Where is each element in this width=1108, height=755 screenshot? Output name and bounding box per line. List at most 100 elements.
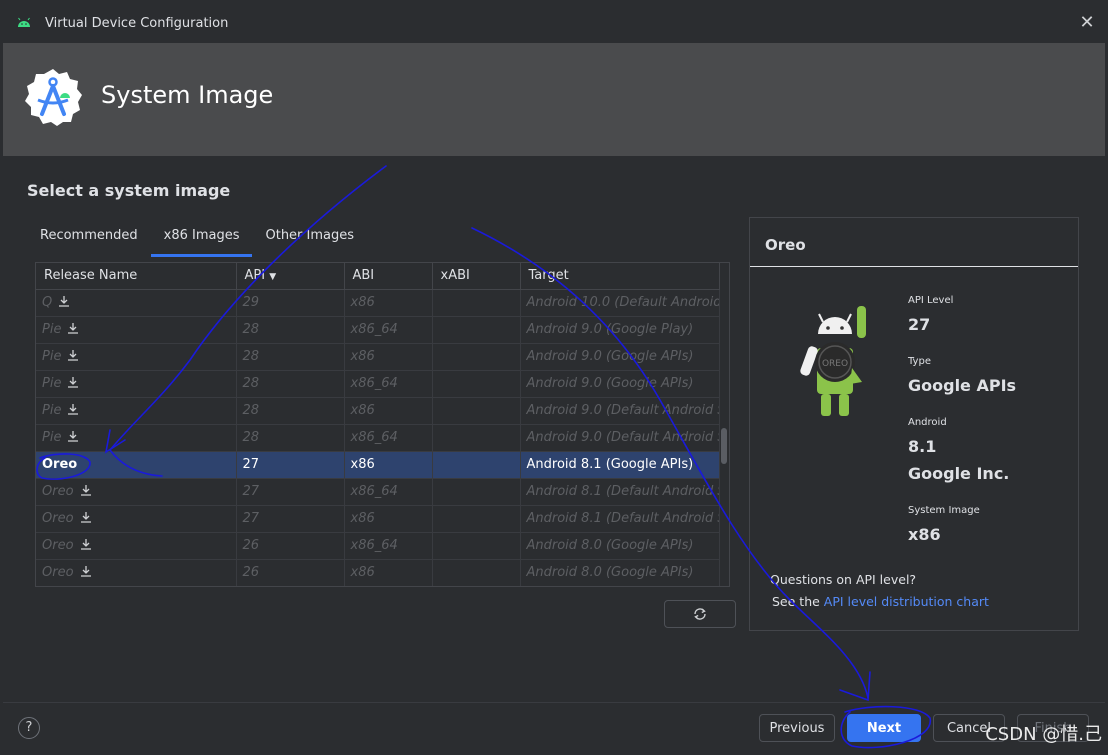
release-name-text: Pie — [42, 430, 62, 445]
system-image-table: Release Name API ▼ ABI xABI Target Q 29 x8… — [35, 262, 730, 587]
cell-xabi — [432, 559, 521, 586]
tab-recommended[interactable]: Recommended — [27, 222, 151, 256]
column-target[interactable]: Target — [520, 263, 720, 290]
header-banner: System Image — [3, 43, 1105, 156]
help-button[interactable]: ? — [18, 717, 40, 739]
type-value: Google APIs — [908, 376, 1017, 395]
cell-target: Android 9.0 (Default Android System Imag… — [520, 397, 720, 425]
cell-api: 27 — [236, 478, 345, 506]
close-icon[interactable]: ✕ — [1077, 13, 1097, 33]
detail-divider — [750, 266, 1078, 267]
cell-api: 28 — [236, 343, 345, 371]
cell-target: Android 8.1 (Default Android System Imag… — [520, 478, 720, 506]
cell-release-name: Oreo — [36, 532, 237, 560]
cell-target: Android 9.0 (Google Play) — [520, 316, 720, 344]
cell-abi: x86 — [344, 289, 433, 317]
release-name-text: Oreo — [42, 565, 74, 580]
column-abi[interactable]: ABI — [344, 263, 433, 290]
table-row[interactable]: Pie 28 x86_64 Android 9.0 (Google APIs) — [36, 370, 720, 398]
column-xabi-label: xABI — [440, 268, 470, 284]
table-row[interactable]: Pie 28x86 Android 9.0 (Default Android Sys… — [36, 397, 720, 425]
refresh-button[interactable] — [664, 600, 736, 628]
column-release-name[interactable]: Release Name — [36, 263, 237, 290]
release-name-text: Pie — [42, 349, 62, 364]
refresh-icon — [694, 608, 706, 620]
cell-xabi — [432, 424, 521, 452]
table-row[interactable]: Pie 28 x86_64 Android 9.0 (Default Android … — [36, 424, 720, 452]
cell-abi: x86 — [344, 505, 433, 533]
release-name-text: Oreo — [42, 484, 74, 499]
release-name-text: Pie — [42, 322, 62, 337]
table-row[interactable]: Oreo 26 x86_64 Android 8.0 (Google APIs) — [36, 532, 720, 560]
cell-target: Android 9.0 (Default Android System Imag… — [520, 424, 720, 452]
cell-release-name: Oreo — [36, 559, 237, 586]
cell-xabi — [432, 370, 521, 398]
tab-x86-images[interactable]: x86 Images — [150, 222, 253, 257]
column-api[interactable]: API ▼ — [236, 263, 345, 290]
cell-api: 27 — [236, 451, 345, 479]
api-chart-prefix: See the — [772, 594, 824, 609]
cell-abi: x86 — [344, 451, 433, 479]
release-name-text: Pie — [42, 403, 62, 418]
download-icon[interactable] — [67, 403, 79, 415]
api-level-label: API Level — [908, 295, 954, 306]
cell-api: 28 — [236, 397, 345, 425]
tab-other-images[interactable]: Other Images — [252, 222, 367, 256]
section-title: Select a system image — [27, 181, 231, 200]
table-row[interactable]: Pie 28 x86_64 Android 9.0 (Google Play) — [36, 316, 720, 344]
cell-target: Android 9.0 (Google APIs) — [520, 370, 720, 398]
release-name-text: Pie — [42, 376, 62, 391]
android-oreo-mascot-icon: OREO — [800, 306, 866, 416]
table-row[interactable]: Pie 28 x86 Android 9.0 (Google APIs) — [36, 343, 720, 371]
next-button[interactable]: Next — [847, 714, 921, 742]
download-icon[interactable] — [58, 295, 70, 307]
footer-divider — [3, 702, 1105, 703]
download-icon[interactable] — [67, 430, 79, 442]
api-distribution-link[interactable]: API level distribution chart — [824, 594, 989, 609]
cell-abi: x86 — [344, 559, 433, 586]
cell-release-name: Oreo — [36, 478, 237, 506]
cell-target: Android 8.0 (Google APIs) — [520, 559, 720, 586]
download-icon[interactable] — [80, 511, 92, 523]
cell-abi: x86_64 — [344, 478, 433, 506]
cell-abi: x86_64 — [344, 424, 433, 452]
table-row[interactable]: Oreo 26 x86 Android 8.0 (Google APIs) — [36, 559, 720, 586]
cell-xabi — [432, 289, 521, 317]
table-row[interactable]: Oreo 27x86 Android 8.1 (Default Android Sy… — [36, 505, 720, 533]
table-row-selected[interactable]: Oreo 27 x86 Android 8.1 (Google APIs) — [36, 451, 720, 479]
download-icon[interactable] — [67, 376, 79, 388]
api-question-text: Questions on API level? — [770, 572, 917, 587]
page-title: System Image — [101, 81, 274, 109]
column-api-label: API — [244, 268, 266, 284]
column-release-name-label: Release Name — [44, 268, 138, 284]
cell-xabi — [432, 451, 521, 479]
cell-api: 26 — [236, 532, 345, 560]
table-row[interactable]: Oreo 27 x86_64 Android 8.1 (Default Android… — [36, 478, 720, 506]
release-name-text: Oreo — [42, 457, 78, 472]
cell-abi: x86 — [344, 397, 433, 425]
cell-api: 28 — [236, 316, 345, 344]
column-xabi[interactable]: xABI — [432, 263, 521, 290]
cell-target: Android 8.1 (Default Android System Imag… — [520, 505, 720, 533]
cell-target: Android 8.0 (Google APIs) — [520, 532, 720, 560]
vendor-value: Google Inc. — [908, 464, 1010, 483]
system-image-label: System Image — [908, 505, 980, 516]
cell-api: 28 — [236, 424, 345, 452]
image-tabs: Recommended x86 Images Other Images — [27, 222, 367, 257]
table-scrollbar[interactable] — [721, 428, 727, 464]
cell-release-name: Oreo — [36, 451, 237, 479]
download-icon[interactable] — [80, 538, 92, 550]
previous-button[interactable]: Previous — [759, 714, 835, 742]
download-icon[interactable] — [80, 565, 92, 577]
table-header-row: Release Name API ▼ ABI xABI Target — [36, 263, 720, 290]
cell-xabi — [432, 532, 521, 560]
download-icon[interactable] — [80, 484, 92, 496]
download-icon[interactable] — [67, 322, 79, 334]
title-bar: Virtual Device Configuration ✕ — [3, 3, 1105, 43]
android-version-value: 8.1 — [908, 437, 937, 456]
cell-release-name: Pie — [36, 343, 237, 371]
api-level-value: 27 — [908, 315, 931, 334]
download-icon[interactable] — [67, 349, 79, 361]
table-row[interactable]: Q 29x86 Android 10.0 (Default Android Syst… — [36, 289, 720, 317]
api-chart-text: See the API level distribution chart — [772, 594, 989, 609]
